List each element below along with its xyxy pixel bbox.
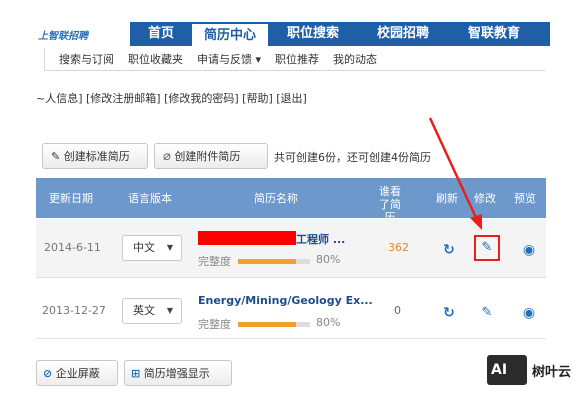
watermark-logo-icon: AI: [487, 355, 527, 385]
annotation-arrow: [428, 117, 482, 230]
forbidden-icon: ⊘: [43, 367, 53, 380]
enhance-icon: ⊞: [131, 367, 141, 380]
watermark-text: 树叶云: [532, 365, 572, 380]
enhanced-display-button[interactable]: ⊞ 简历增强显示: [124, 360, 232, 386]
block-companies-button[interactable]: ⊘ 企业屏蔽: [36, 360, 118, 386]
